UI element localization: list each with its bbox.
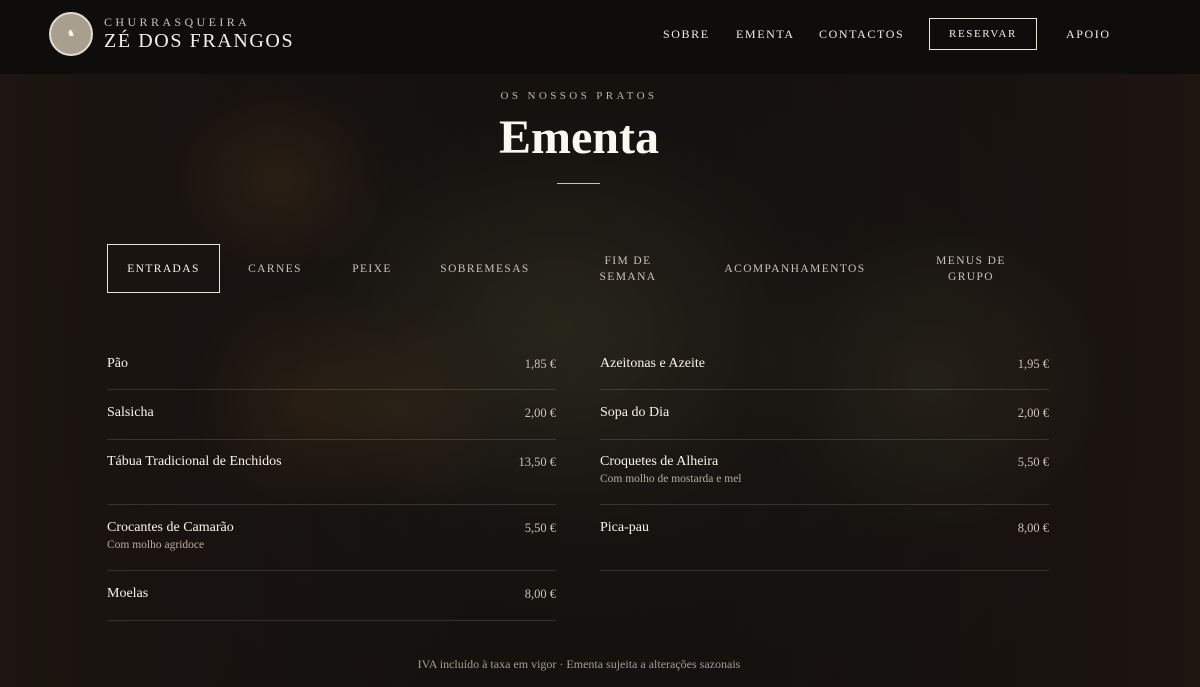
menu-item-name: Pão [107,356,128,371]
tab-label: ENTRADAS [127,262,200,275]
menu-item: Pica-pau 8,00 € [600,510,1049,571]
nav-item-contactos[interactable]: CONTACTOS [819,18,904,50]
tab-entradas[interactable]: ENTRADAS [107,244,220,293]
tab-label: PEIXE [352,262,392,275]
menu-item-price: 1,85 € [524,357,556,371]
tab-acompanhamentos[interactable]: ACOMPANHAMENTOS [714,244,876,293]
menu-item-price: 2,00 € [1017,406,1049,420]
menu-item-name: Sopa do Dia [600,405,670,420]
section-eyebrow: OS NOSSOS PRATOS [500,90,658,102]
tab-sobremesas[interactable]: SOBREMESAS [430,244,540,293]
site-header: ♞ CHURRASQUEIRA ZÉ DOS FRANGOS SOBRE EME… [0,0,1200,74]
nav-item-ementa[interactable]: EMENTA [736,18,795,50]
nav-item-sobre[interactable]: SOBRE [663,18,710,50]
menu-item-price: 8,00 € [524,587,556,601]
menu-item-name: Tábua Tradicional de Enchidos [107,454,282,469]
menu-item: Tábua Tradicional de Enchidos 13,50 € [107,444,556,505]
tab-label: CARNES [248,262,302,275]
tab-label: MENUS DE GRUPO [936,254,1006,283]
nav-item-apoio[interactable]: APOIO [1066,18,1111,50]
menu-item-name: Salsicha [107,405,154,420]
menu-item: Pão 1,85 € [107,346,556,390]
menu-item-description: Com molho de mostarda e mel [600,473,742,485]
tab-fim-de-semana[interactable]: FIM DE SEMANA [586,244,670,293]
menu-item: Moelas 8,00 € [107,576,556,621]
tab-carnes[interactable]: CARNES [236,244,314,293]
logo[interactable]: ♞ [49,12,93,56]
menu-item: Sopa do Dia 2,00 € [600,395,1049,440]
menu-item-name: Azeitonas e Azeite [600,356,705,371]
menu-item-price: 2,00 € [524,406,556,420]
tab-label: FIM DE SEMANA [599,254,657,283]
menu-item-description: Com molho agridoce [107,539,205,551]
menu-item: Salsicha 2,00 € [107,395,556,440]
menu-item: Croquetes de Alheira Com molho de mostar… [600,444,1049,505]
rooster-logo-icon: ♞ [66,29,76,39]
reserve-button[interactable]: RESERVAR [929,18,1037,50]
title-divider [557,183,600,184]
menu-item-price: 5,50 € [524,521,556,535]
brand-subtitle: CHURRASQUEIRA [104,15,251,29]
brand-name[interactable]: ZÉ DOS FRANGOS [104,30,294,53]
menu-item-name: Crocantes de Camarão [107,520,234,535]
menu-item-name: Pica-pau [600,520,649,535]
menu-footnote: IVA incluído à taxa em vigor · Ementa su… [417,657,741,671]
page-title: Ementa [499,111,659,164]
menu-item-price: 5,50 € [1017,455,1049,469]
tab-menus-de-grupo[interactable]: MENUS DE GRUPO [926,244,1016,293]
menu-item-name: Moelas [107,586,149,601]
menu-item-price: 8,00 € [1017,521,1049,535]
tab-label: ACOMPANHAMENTOS [724,262,866,275]
menu-item: Azeitonas e Azeite 1,95 € [600,346,1049,390]
menu-item-name: Croquetes de Alheira [600,454,719,469]
menu-item: Crocantes de Camarão Com molho agridoce … [107,510,556,571]
tab-peixe[interactable]: PEIXE [338,244,406,293]
menu-item-price: 1,95 € [1017,357,1049,371]
tab-label: SOBREMESAS [440,262,530,275]
menu-item-price: 13,50 € [518,455,557,469]
